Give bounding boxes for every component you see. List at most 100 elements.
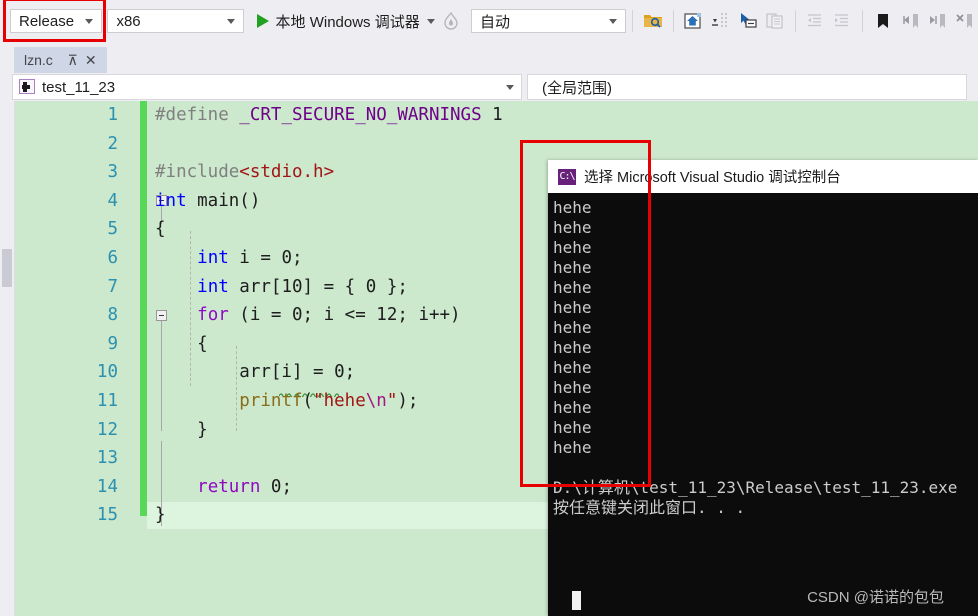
code-line[interactable]: 1 #define _CRT_SECURE_NO_WARNINGS 1: [15, 101, 978, 130]
clear-bookmarks-icon: [953, 9, 976, 33]
code-token: int: [197, 276, 229, 297]
code-token: #define: [155, 105, 240, 125]
close-icon[interactable]: ✕: [83, 52, 99, 68]
start-debugging-button[interactable]: 本地 Windows 调试器: [244, 8, 438, 34]
code-token: i =: [228, 247, 282, 268]
line-number: 15: [96, 505, 118, 526]
line-number: 11: [96, 390, 118, 411]
code-token: "hehe: [313, 390, 366, 411]
scope-selector-dropdown[interactable]: (全局范围): [527, 74, 967, 100]
console-output-line: hehe: [553, 438, 592, 457]
console-output-lines: hehe hehe hehe hehe hehe hehe hehe hehe hehe hehe…: [553, 198, 978, 458]
line-number: 14: [96, 476, 118, 497]
toolbar-separator: [862, 10, 864, 32]
code-token: arr[i] =: [155, 362, 335, 383]
tab-label: lzn.c: [24, 52, 53, 68]
code-token: (i =: [228, 305, 292, 326]
code-token: {: [155, 333, 208, 354]
line-number: 7: [107, 276, 118, 297]
bookmark-icon[interactable]: [871, 9, 894, 33]
line-text: for (i = 0; i <= 12; i++): [155, 301, 461, 330]
console-output-line: hehe: [553, 398, 592, 417]
line-text: return 0;: [155, 473, 292, 502]
console-output-area[interactable]: hehe hehe hehe hehe hehe hehe hehe hehe hehe hehe…: [548, 193, 978, 616]
console-output-line: hehe: [553, 298, 592, 317]
console-cursor: [572, 591, 581, 610]
pointer-select-icon[interactable]: [736, 9, 759, 33]
console-output-line: hehe: [553, 338, 592, 357]
process-selector-value: 自动: [479, 13, 510, 31]
play-icon: [256, 14, 269, 28]
line-number: 6: [107, 247, 118, 268]
code-token: \n: [365, 390, 387, 411]
code-token: <stdio.h>: [239, 162, 335, 183]
line-text: int i = 0;: [155, 244, 303, 273]
hot-reload-icon[interactable]: [440, 9, 463, 33]
line-text: arr[i] = 0;: [155, 358, 355, 387]
line-number: 9: [107, 333, 118, 354]
vertical-scrollbar-thumb[interactable]: [2, 249, 12, 287]
console-output-line: hehe: [553, 358, 592, 377]
dropdown-more-icon[interactable]: [709, 9, 732, 33]
process-selector-dropdown[interactable]: 自动: [470, 9, 627, 33]
line-number: 12: [96, 419, 118, 440]
code-line[interactable]: 2: [15, 130, 978, 159]
line-text: }: [155, 416, 208, 445]
code-token: _CRT_SECURE_NO_WARNINGS: [239, 105, 482, 125]
solution-platform-dropdown[interactable]: x86: [107, 9, 244, 33]
start-debugging-label: 本地 Windows 调试器: [275, 13, 420, 31]
home-icon[interactable]: [682, 9, 705, 33]
code-token: 1: [481, 105, 503, 125]
code-token: 10: [281, 276, 303, 297]
project-selector-dropdown[interactable]: test_11_23: [12, 74, 522, 100]
line-number: 3: [107, 162, 118, 183]
code-token: ;: [292, 247, 303, 268]
console-title-bar: C:\ 选择 Microsoft Visual Studio 调试控制台: [548, 160, 978, 193]
tab-lzn-c[interactable]: lzn.c ⊼ ✕: [14, 47, 107, 73]
editor-navigation-bar: test_11_23 (全局范围): [0, 73, 978, 101]
chevron-down-icon: [85, 18, 94, 24]
visual-studio-window: Release x86 本地 Windows 调试器 自动 lzn.c ⊼ ✕ …: [0, 0, 978, 616]
increase-indent-icon: [831, 9, 854, 33]
debug-console-window[interactable]: C:\ 选择 Microsoft Visual Studio 调试控制台 heh…: [548, 160, 978, 616]
code-token: );: [397, 390, 419, 411]
chevron-down-icon: [506, 84, 514, 90]
code-token: printf: [239, 390, 303, 411]
line-text: {: [155, 330, 208, 359]
pin-icon[interactable]: ⊼: [65, 52, 81, 68]
code-token: ; i++): [397, 305, 461, 326]
folder-search-icon[interactable]: [641, 9, 664, 33]
code-token: main(): [186, 190, 261, 211]
code-token: ; i <=: [302, 305, 377, 326]
line-number: 10: [96, 362, 118, 383]
code-token: 0: [291, 305, 303, 326]
line-text: int main(): [155, 187, 260, 216]
console-app-icon: C:\: [558, 168, 576, 185]
code-token: }: [155, 419, 208, 440]
line-text: }: [155, 501, 166, 530]
console-output-line: hehe: [553, 418, 592, 437]
decrease-indent-icon: [804, 9, 827, 33]
code-token: ;: [281, 476, 293, 497]
code-token: ] = {: [302, 276, 366, 297]
solution-configuration-dropdown[interactable]: Release: [10, 9, 103, 33]
line-text: #define _CRT_SECURE_NO_WARNINGS 1: [155, 101, 503, 130]
chevron-down-icon: [226, 18, 235, 24]
chevron-down-icon: [426, 18, 435, 24]
toolbar-separator: [672, 10, 674, 32]
standard-toolbar: Release x86 本地 Windows 调试器 自动: [0, 0, 978, 42]
solution-configuration-value: Release: [19, 12, 75, 30]
console-output-line: hehe: [553, 378, 592, 397]
code-token: int: [155, 190, 187, 211]
document-tab-strip: lzn.c ⊼ ✕: [0, 42, 978, 73]
code-token: 0: [334, 362, 345, 383]
code-token: };: [376, 276, 408, 297]
next-bookmark-icon: [926, 9, 949, 33]
project-icon: [19, 79, 36, 95]
code-token: {: [155, 219, 166, 240]
code-token: (: [302, 390, 314, 411]
